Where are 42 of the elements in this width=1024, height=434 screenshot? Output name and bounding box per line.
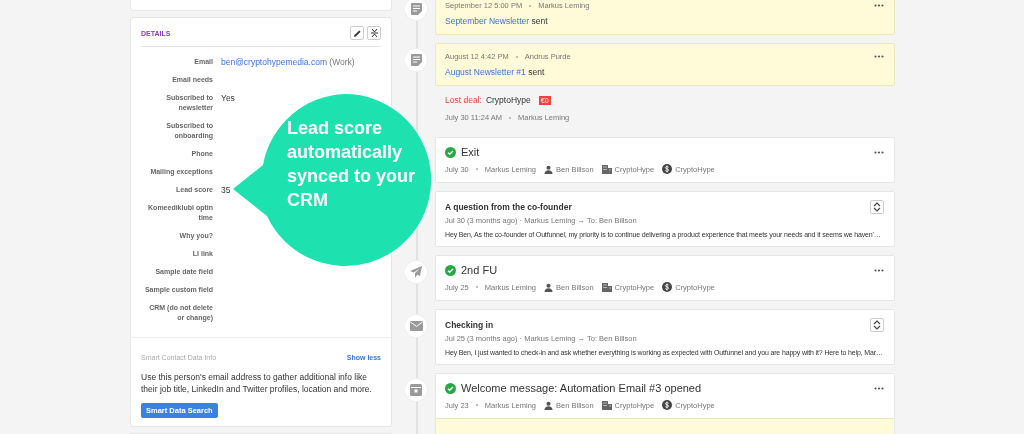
status-text: sent [531, 16, 548, 26]
dollar-icon [662, 282, 673, 292]
pencil-icon [353, 29, 361, 37]
building-icon [601, 282, 612, 292]
more-icon[interactable] [874, 150, 884, 154]
activity-title: Exit [461, 146, 480, 158]
email-subject: Checking in [445, 320, 494, 330]
building-icon [601, 400, 612, 410]
newsletter-link[interactable]: August Newsletter #1 [445, 67, 526, 77]
calendar-icon [410, 384, 422, 396]
collapse-button[interactable] [367, 26, 381, 40]
email-link[interactable]: ben@cryptohypemedia.com [221, 57, 327, 67]
person-icon [544, 282, 554, 292]
note-icon [410, 3, 422, 15]
envelope-icon [409, 321, 423, 331]
dollar-icon [662, 164, 673, 174]
email-type: (Work) [329, 57, 355, 67]
email-subject: A question from the co-founder [445, 202, 572, 212]
more-icon[interactable] [874, 386, 884, 390]
collapse-icon [370, 29, 378, 37]
field-value: 35 [221, 185, 231, 195]
status-text: sent [528, 67, 545, 77]
activity-title: 2nd FU [461, 264, 498, 276]
edit-button[interactable] [350, 26, 364, 40]
deal-name: CryptoHype [485, 95, 531, 105]
more-icon[interactable] [874, 268, 884, 272]
more-icon[interactable] [874, 55, 884, 58]
deal-status: Lost deal: [445, 95, 482, 105]
description-text: Use this person's email address to gather additional info like their job title, LinkedIn and Twitter profiles, location and more. [141, 371, 373, 395]
field-value: Yes [221, 93, 235, 103]
expand-button[interactable] [870, 200, 884, 214]
more-icon[interactable] [874, 4, 884, 7]
newsletter-link[interactable]: September Newsletter [445, 16, 530, 26]
person-icon [544, 400, 554, 410]
paper-plane-icon [410, 266, 422, 278]
activity-title: Welcome message: Automation Email #3 opened [461, 382, 702, 394]
dollar-icon [662, 400, 673, 410]
expand-button[interactable] [870, 318, 884, 332]
note-icon [410, 54, 422, 66]
callout-text: Lead score automatically synced to your CRM [287, 117, 417, 212]
building-icon [601, 164, 612, 174]
person-icon [544, 164, 554, 174]
